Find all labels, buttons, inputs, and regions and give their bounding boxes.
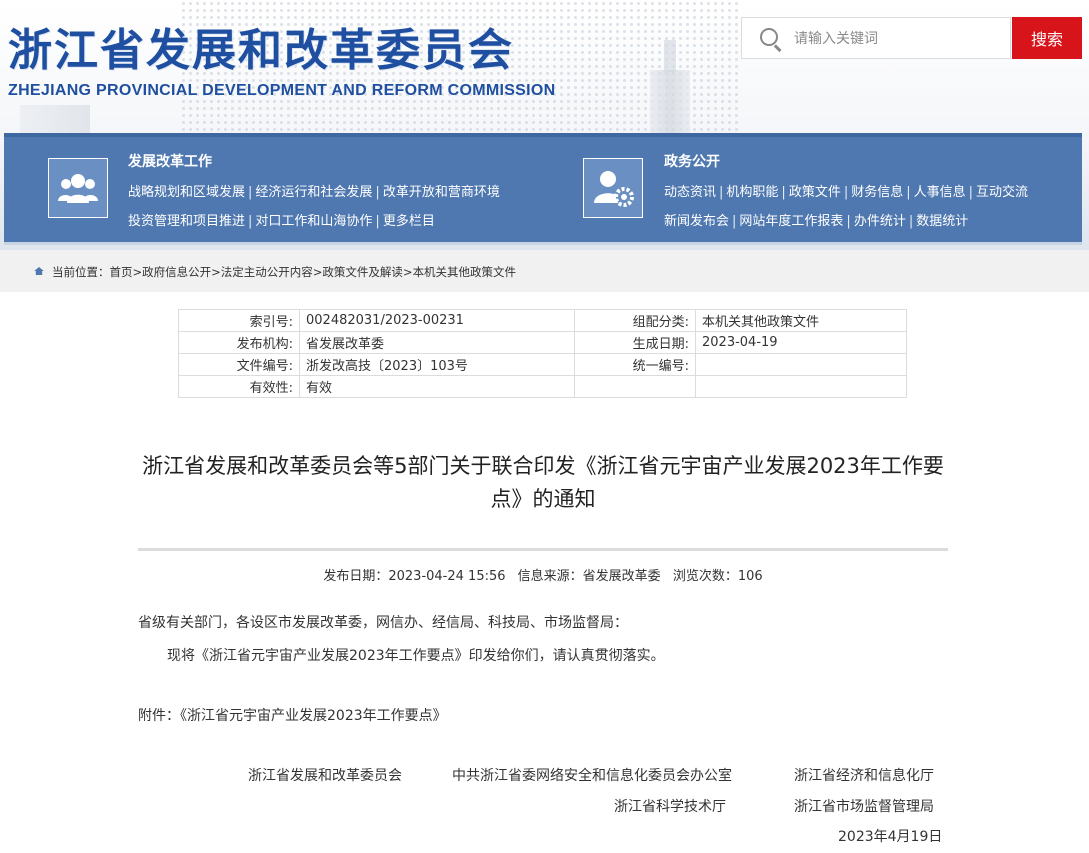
meta-label: 文件编号: xyxy=(178,353,300,376)
team-icon xyxy=(48,158,108,218)
table-row: 有效性: 有效 xyxy=(178,375,907,398)
meta-label: 组配分类: xyxy=(574,309,696,332)
nav-links-govinfo-2: 新闻发布会 | 网站年度工作报表 | 办件统计 | 数据统计 xyxy=(664,214,969,229)
title-divider xyxy=(138,548,948,551)
document-meta-table: 索引号: 002482031/2023-00231 组配分类: 本机关其他政策文… xyxy=(178,309,907,398)
article-salutation: 省级有关部门，各设区市发展改革委，网信办、经信局、科技局、市场监督局： xyxy=(138,615,628,631)
home-icon xyxy=(34,267,44,275)
signatory: 浙江省发展和改革委员会 xyxy=(248,768,402,784)
site-header: 浙江省发展和改革委员会 ZHEJIANG PROVINCIAL DEVELOPM… xyxy=(0,0,1089,250)
table-row: 索引号: 002482031/2023-00231 组配分类: 本机关其他政策文… xyxy=(178,309,907,332)
article-attachment[interactable]: 附件：《浙江省元宇宙产业发展2023年工作要点》 xyxy=(138,705,447,725)
meta-value xyxy=(695,353,907,376)
nav-title-reform[interactable]: 发展改革工作 xyxy=(128,151,212,171)
nav-link[interactable]: 政策文件 xyxy=(789,185,841,200)
breadcrumb-home[interactable]: 首页 xyxy=(110,265,133,279)
signatory: 浙江省市场监督管理局 xyxy=(794,799,934,815)
article-paragraph: 现将《浙江省元宇宙产业发展2023年工作要点》印发给你们，请认真贯彻落实。 xyxy=(167,648,665,664)
nav-title-govinfo[interactable]: 政务公开 xyxy=(664,151,720,171)
signatory: 中共浙江省委网络安全和信息化委员会办公室 xyxy=(452,768,732,784)
signing-date: 2023年4月19日 xyxy=(838,829,943,845)
search-icon xyxy=(760,28,778,46)
nav-link[interactable]: 互动交流 xyxy=(976,185,1028,200)
nav-link[interactable]: 财务信息 xyxy=(851,185,903,200)
breadcrumb-item[interactable]: 法定主动公开内容 xyxy=(221,265,313,279)
nav-link[interactable]: 数据统计 xyxy=(916,214,968,229)
table-row: 文件编号: 浙发改高技〔2023〕103号 统一编号: xyxy=(178,353,907,376)
publish-info: 发布日期：2023-04-24 15:56 信息来源：省发展改革委 浏览次数：1… xyxy=(138,565,948,584)
meta-value: 002482031/2023-00231 xyxy=(299,309,575,332)
nav-link[interactable]: 战略规划和区域发展 xyxy=(128,185,245,200)
breadcrumb-item[interactable]: 政策文件及解读 xyxy=(322,265,403,279)
nav-link[interactable]: 新闻发布会 xyxy=(664,214,729,229)
nav-links-reform-2: 投资管理和项目推进 | 对口工作和山海协作 | 更多栏目 xyxy=(128,214,435,229)
meta-label: 索引号: xyxy=(178,309,300,332)
search-input[interactable] xyxy=(792,18,1006,60)
tower-decoration xyxy=(650,70,690,140)
publish-date: 发布日期：2023-04-24 15:56 xyxy=(323,569,506,584)
nav-link[interactable]: 投资管理和项目推进 xyxy=(128,214,245,229)
meta-value: 本机关其他政策文件 xyxy=(695,309,907,332)
nav-link[interactable]: 对口工作和山海协作 xyxy=(255,214,372,229)
meta-value: 省发展改革委 xyxy=(299,331,575,354)
site-title[interactable]: 浙江省发展和改革委员会 xyxy=(8,14,514,78)
table-row: 发布机构: 省发展改革委 生成日期: 2023-04-19 xyxy=(178,331,907,354)
breadcrumb: 当前位置：首页>政府信息公开>法定主动公开内容>政策文件及解读>本机关其他政策文… xyxy=(52,265,517,279)
meta-value: 2023-04-19 xyxy=(695,331,907,354)
meta-value: 浙发改高技〔2023〕103号 xyxy=(299,353,575,376)
signatory: 浙江省科学技术厅 xyxy=(614,799,726,815)
signatory: 浙江省经济和信息化厅 xyxy=(794,768,934,784)
site-subtitle: ZHEJIANG PROVINCIAL DEVELOPMENT AND REFO… xyxy=(8,82,556,99)
breadcrumb-bar: 当前位置：首页>政府信息公开>法定主动公开内容>政策文件及解读>本机关其他政策文… xyxy=(0,250,1089,292)
search-button[interactable]: 搜索 xyxy=(1012,17,1082,59)
user-settings-icon xyxy=(583,158,643,218)
nav-link[interactable]: 网站年度工作报表 xyxy=(739,214,843,229)
nav-link[interactable]: 经济运行和社会发展 xyxy=(255,185,372,200)
meta-label: 生成日期: xyxy=(574,331,696,354)
meta-label: 统一编号: xyxy=(574,353,696,376)
meta-label: 有效性: xyxy=(178,375,300,398)
search-box xyxy=(741,17,1011,60)
breadcrumb-prefix: 当前位置： xyxy=(52,265,110,279)
main-nav: 发展改革工作 战略规划和区域发展 | 经济运行和社会发展 | 改革开放和营商环境 投资管… xyxy=(4,133,1082,245)
nav-links-govinfo-1: 动态资讯 | 机构职能 | 政策文件 | 财务信息 | 人事信息 | 互动交流 xyxy=(664,185,1029,200)
breadcrumb-item[interactable]: 本机关其他政策文件 xyxy=(413,265,517,279)
nav-link[interactable]: 动态资讯 xyxy=(664,185,716,200)
article-title: 浙江省发展和改革委员会等5部门关于联合印发《浙江省元宇宙产业发展2023年工作要… xyxy=(142,454,944,511)
meta-label xyxy=(574,375,696,398)
nav-link[interactable]: 办件统计 xyxy=(854,214,906,229)
nav-link[interactable]: 改革开放和营商环境 xyxy=(383,185,500,200)
nav-link[interactable]: 机构职能 xyxy=(726,185,778,200)
nav-link[interactable]: 更多栏目 xyxy=(383,214,435,229)
tower-decoration-top xyxy=(664,40,676,72)
meta-value xyxy=(695,375,907,398)
meta-label: 发布机构: xyxy=(178,331,300,354)
nav-links-reform-1: 战略规划和区域发展 | 经济运行和社会发展 | 改革开放和营商环境 xyxy=(128,185,500,200)
nav-link[interactable]: 人事信息 xyxy=(914,185,966,200)
breadcrumb-item[interactable]: 政府信息公开 xyxy=(142,265,211,279)
view-count: 浏览次数：106 xyxy=(672,569,763,584)
info-source: 信息来源：省发展改革委 xyxy=(517,569,661,584)
meta-value: 有效 xyxy=(299,375,575,398)
